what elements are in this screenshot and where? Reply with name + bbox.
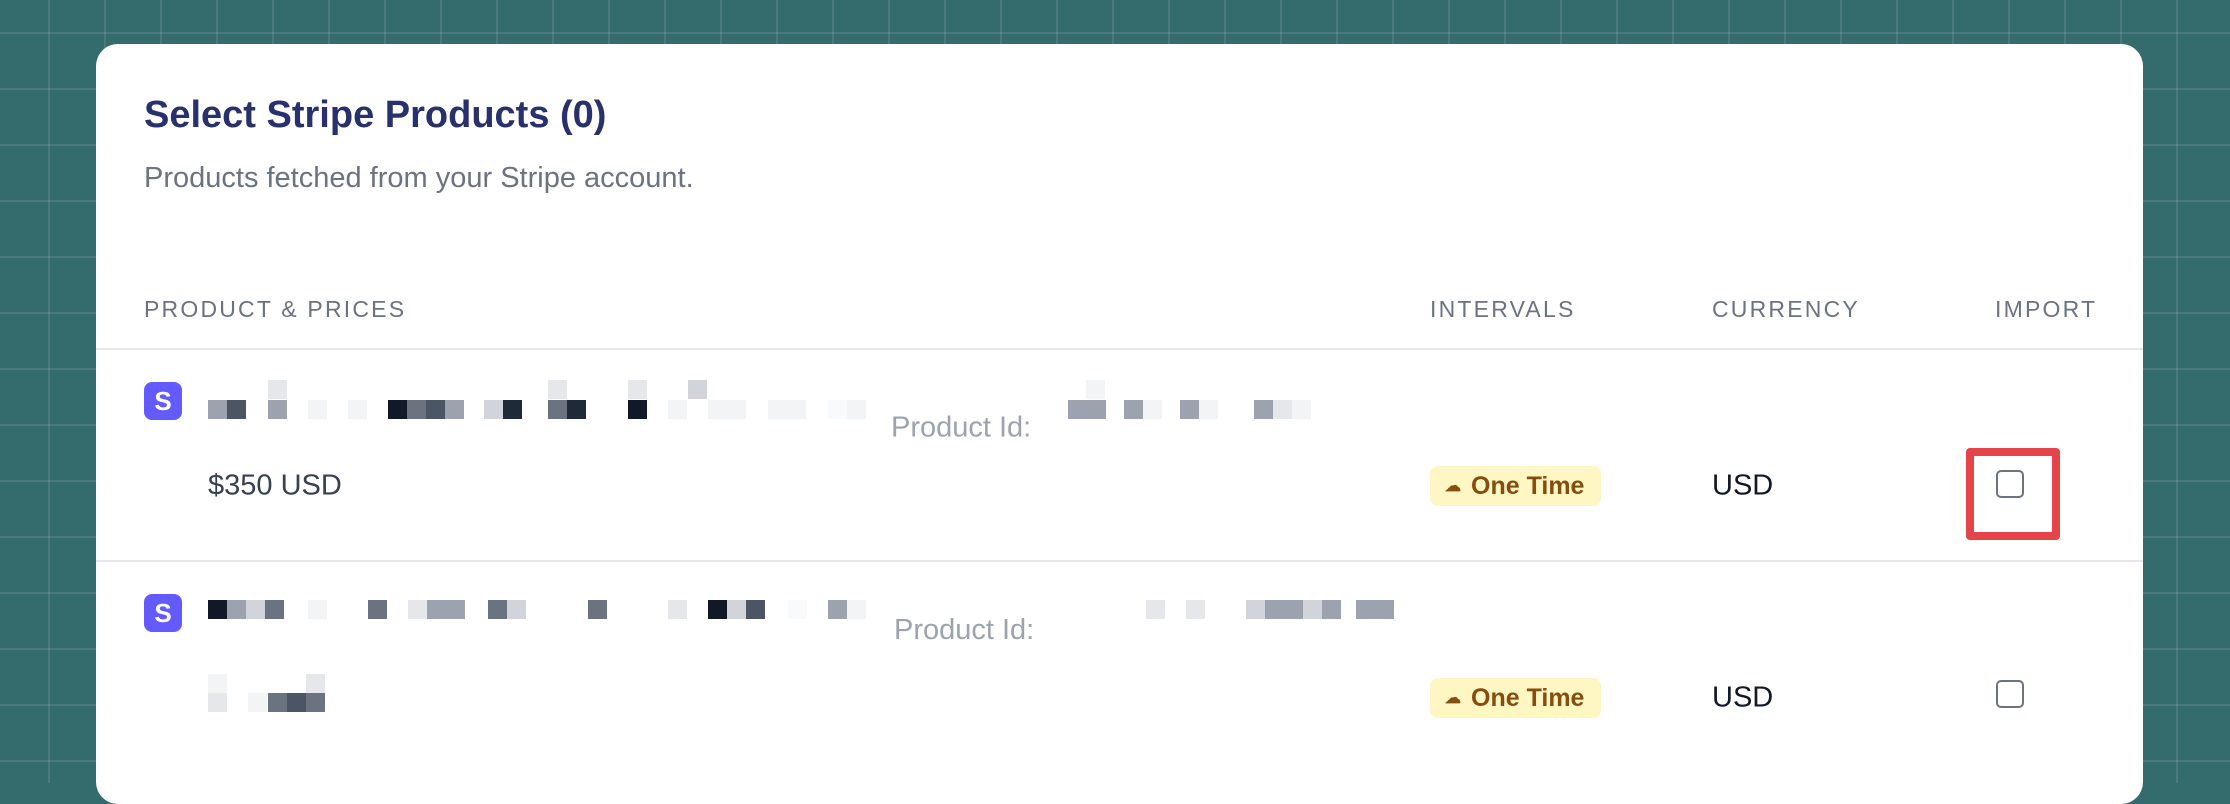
- column-header-currency: CURRENCY: [1712, 296, 1860, 322]
- interval-label: One Time: [1471, 471, 1585, 500]
- column-header-intervals: INTERVALS: [1430, 296, 1576, 322]
- interval-badge: ☁ One Time: [1430, 466, 1602, 506]
- panel-title: Select Stripe Products (0): [144, 94, 607, 136]
- stripe-logo-icon: S: [144, 594, 182, 632]
- panel-subtitle: Products fetched from your Stripe accoun…: [144, 162, 694, 194]
- product-id-redacted: [1068, 380, 1348, 420]
- price-redacted: [208, 674, 328, 714]
- table-row: S Product Id: $350 USD ☁ One Time USD: [96, 350, 2143, 562]
- import-checkbox[interactable]: [1996, 680, 2024, 708]
- currency-label: USD: [1712, 681, 1774, 714]
- cloud-icon: ☁: [1445, 478, 1461, 495]
- import-checkbox[interactable]: [1996, 470, 2024, 498]
- column-header-import: IMPORT: [1995, 296, 2098, 322]
- price-label: $350 USD: [208, 469, 342, 502]
- product-id-label: Product Id:: [894, 614, 1035, 646]
- table-row: S Product Id: ☁ One Time USD: [96, 562, 2143, 774]
- currency-label: USD: [1712, 469, 1774, 502]
- product-id-label: Product Id:: [891, 411, 1032, 444]
- cloud-icon: ☁: [1445, 690, 1461, 707]
- column-header-product: PRODUCT & PRICES: [144, 296, 407, 322]
- product-id-redacted: [1146, 592, 1426, 632]
- product-name-redacted: [208, 592, 868, 632]
- interval-badge: ☁ One Time: [1430, 678, 1602, 718]
- stripe-products-panel: Select Stripe Products (0) Products fetc…: [96, 44, 2143, 804]
- interval-label: One Time: [1471, 683, 1585, 712]
- table-header: PRODUCT & PRICES INTERVALS CURRENCY IMPO…: [96, 296, 2143, 344]
- product-name-redacted: [208, 380, 868, 420]
- stripe-logo-icon: S: [144, 382, 182, 420]
